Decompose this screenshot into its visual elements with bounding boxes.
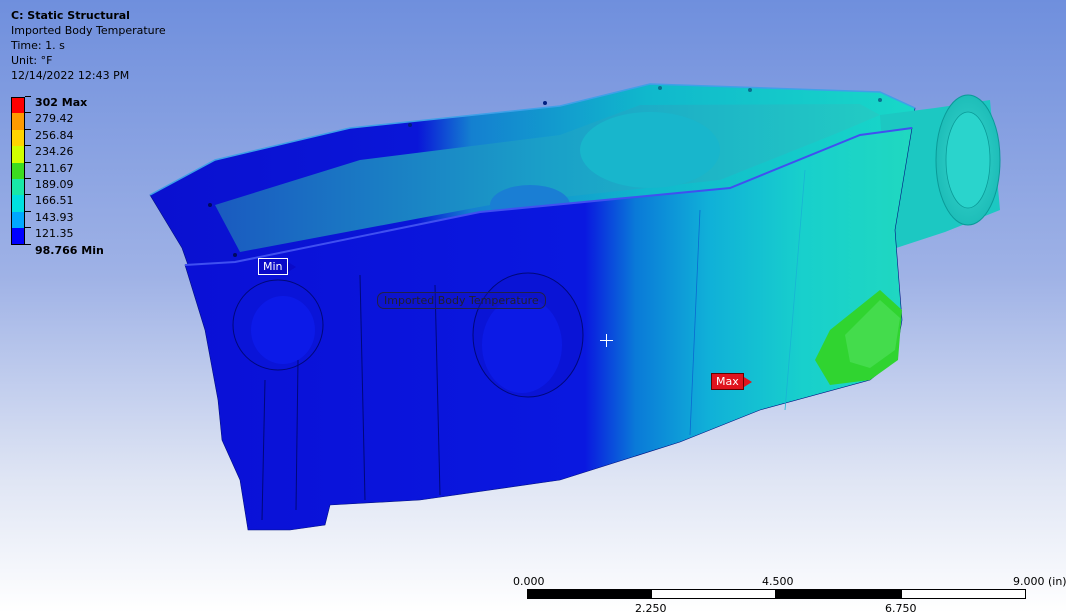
model-inner-boss — [580, 112, 720, 188]
analysis-title: C: Static Structural — [11, 9, 130, 22]
result-info: C: Static Structural Imported Body Tempe… — [11, 8, 166, 83]
legend-swatch — [11, 195, 25, 212]
legend-tick — [25, 96, 31, 97]
legend-tick — [25, 194, 31, 196]
legend-label: 189.09 — [35, 177, 74, 191]
legend-swatch — [11, 211, 25, 229]
legend-tick — [25, 145, 31, 147]
scale-segment-4 — [901, 589, 1026, 599]
legend-label: 166.51 — [35, 194, 74, 208]
legend-label: 121.35 — [35, 227, 74, 241]
max-probe-label[interactable]: Max — [711, 373, 752, 390]
legend-swatch — [11, 129, 25, 147]
graphics-viewport[interactable]: C: Static Structural Imported Body Tempe… — [0, 0, 1066, 615]
scale-label-9000: 9.000 (in) — [1013, 575, 1066, 588]
legend-label: 98.766 Min — [35, 243, 104, 257]
result-unit: Unit: °F — [11, 54, 53, 67]
result-name: Imported Body Temperature — [11, 24, 166, 37]
legend-tick — [25, 177, 31, 179]
scale-segment-2 — [651, 589, 776, 599]
scale-label-0: 0.000 — [513, 575, 545, 588]
result-timestamp: 12/14/2022 12:43 PM — [11, 69, 130, 82]
scale-label-4500: 4.500 — [762, 575, 794, 588]
scale-segment-1 — [527, 589, 651, 599]
legend-swatch — [11, 146, 25, 163]
legend-tick — [25, 210, 31, 212]
scale-label-2250: 2.250 — [635, 602, 667, 615]
legend-label: 256.84 — [35, 128, 74, 142]
legend-tick — [25, 243, 31, 245]
crosshair-cursor-icon — [600, 334, 613, 347]
result-tag-label[interactable]: Imported Body Temperature — [377, 292, 546, 309]
legend-label: 234.26 — [35, 145, 74, 159]
legend-swatch — [11, 162, 25, 179]
result-time: Time: 1. s — [11, 39, 65, 52]
scale-segment-3 — [776, 589, 901, 599]
legend-tick — [25, 161, 31, 163]
legend-tick — [25, 128, 31, 130]
legend-label: 279.42 — [35, 112, 74, 126]
legend-swatch — [11, 97, 25, 114]
scale-label-6750: 6.750 — [885, 602, 917, 615]
legend-swatch — [11, 178, 25, 196]
legend-swatch — [11, 113, 25, 130]
legend-label: 143.93 — [35, 210, 74, 224]
legend-label: 211.67 — [35, 161, 74, 175]
legend-label: 302 Max — [35, 96, 88, 109]
legend-tick — [25, 227, 31, 229]
legend-swatch — [11, 228, 25, 245]
min-probe-label[interactable]: Min — [258, 258, 295, 275]
legend-tick — [25, 112, 31, 114]
